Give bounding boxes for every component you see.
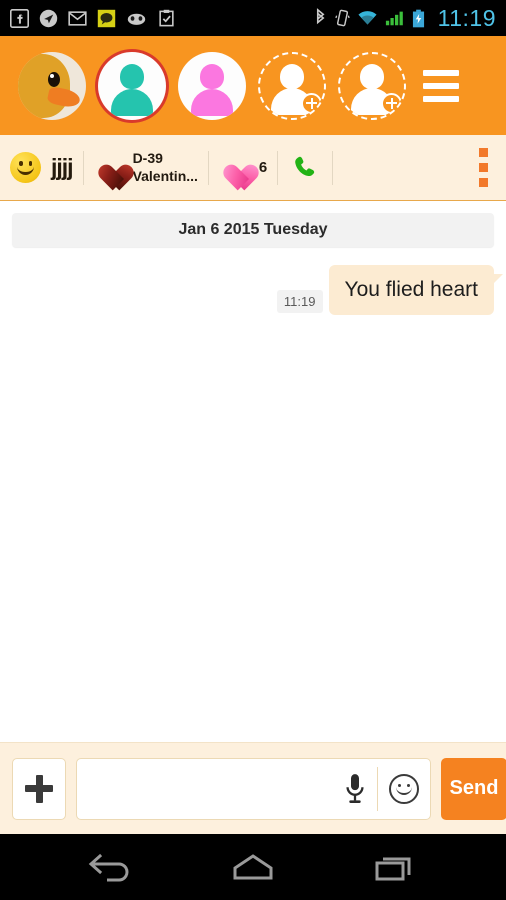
toolbar-divider (82, 150, 84, 185)
wifi-icon (358, 11, 377, 25)
message-bubble[interactable]: You flied heart (328, 265, 503, 315)
signal-icon (385, 11, 403, 26)
kakaotalk-icon (97, 9, 116, 27)
bluetooth-icon (316, 8, 325, 25)
vibrate-icon (334, 9, 350, 27)
message-input[interactable] (77, 758, 333, 819)
android-navigation-bar (0, 834, 506, 900)
overflow-dot (479, 163, 488, 172)
android-status-bar: 11:19 (0, 0, 506, 36)
overflow-dot (479, 178, 488, 187)
smiley-outline-glyph (389, 773, 419, 804)
participants-header (0, 36, 506, 135)
gift-item[interactable]: D-39 Valentin... (94, 150, 198, 184)
chat-info-toolbar: jjjj D-39 Valentin... 6 (0, 135, 506, 201)
phone-screen: 11:19 jjjj D-39 Valentin... 6 Jan 6 2015… (0, 0, 506, 900)
pink-heart-icon (219, 154, 249, 181)
avatar-slot-teal[interactable] (92, 51, 172, 120)
overflow-menu-icon[interactable] (479, 148, 496, 187)
message-field-wrapper[interactable] (76, 757, 431, 820)
smiley-mouth (396, 787, 412, 795)
android-face-icon (127, 13, 146, 25)
person-head-shape (280, 63, 304, 89)
person-head-shape (200, 63, 224, 89)
clipboard-check-icon (159, 9, 174, 26)
pink-person-avatar[interactable] (178, 51, 246, 120)
chat-message-list[interactable]: Jan 6 2015 Tuesday 11:19 You flied heart (0, 201, 506, 742)
toolbar-divider (332, 150, 334, 185)
phone-call-icon[interactable] (288, 151, 322, 185)
home-glyph (233, 854, 273, 880)
person-head-shape (360, 63, 384, 89)
nickname-label: jjjj (51, 154, 74, 180)
microphone-glyph (346, 773, 364, 803)
heart-counter[interactable]: 6 (219, 154, 267, 181)
microphone-icon[interactable] (333, 773, 377, 805)
gift-subtitle: Valentin... (132, 167, 198, 184)
back-icon[interactable] (76, 843, 146, 891)
heart-count-label: 6 (258, 159, 268, 176)
gift-title: D-39 (132, 150, 163, 167)
status-bar-system-icons: 11:19 (313, 5, 496, 32)
plus-badge-icon (301, 92, 322, 114)
gift-label: D-39 Valentin... (133, 150, 198, 184)
add-person-icon[interactable] (258, 51, 326, 120)
date-divider: Jan 6 2015 Tuesday (12, 213, 494, 247)
person-body-shape (111, 88, 153, 116)
teal-person-avatar[interactable] (98, 51, 166, 120)
send-button[interactable]: Send (441, 757, 506, 820)
avatar-slot-add-1[interactable] (252, 51, 332, 120)
hamburger-menu-icon[interactable] (412, 69, 464, 102)
person-body-shape (191, 88, 233, 116)
duck-photo-avatar[interactable] (18, 51, 86, 120)
message-row: 11:19 You flied heart (12, 265, 503, 315)
recents-glyph (375, 857, 411, 881)
overflow-dot (479, 148, 488, 157)
attach-plus-button[interactable] (12, 757, 66, 820)
smiley-outline-icon[interactable] (378, 773, 430, 804)
battery-charging-icon (412, 9, 424, 27)
gmail-icon (68, 10, 87, 26)
toolbar-divider (277, 150, 279, 185)
smiley-face-icon (10, 152, 41, 183)
smiley-mouth (17, 165, 34, 175)
recents-icon[interactable] (360, 843, 430, 891)
add-person-icon[interactable] (338, 51, 406, 120)
hamburger-bar (423, 95, 459, 102)
hamburger-bar (423, 69, 459, 76)
avatar-slot-add-2[interactable] (332, 51, 412, 120)
facebook-icon (10, 8, 29, 28)
status-bar-clock: 11:19 (437, 4, 496, 31)
avatar-slot-pink[interactable] (172, 51, 252, 120)
home-icon[interactable] (218, 843, 288, 891)
duck-head-shape (18, 53, 70, 118)
plus-badge-icon (381, 92, 402, 114)
back-glyph (88, 853, 129, 882)
navigation-arrow-icon (39, 9, 58, 27)
status-bar-notification-icons (10, 8, 313, 28)
message-timestamp: 11:19 (276, 290, 323, 313)
hamburger-bar (423, 82, 459, 89)
duck-eye-shape (48, 71, 60, 87)
phone-handset-glyph (295, 156, 315, 176)
dark-heart-icon (94, 154, 124, 181)
nickname-group[interactable]: jjjj (10, 152, 74, 183)
toolbar-divider (207, 150, 209, 185)
person-head-shape (120, 63, 144, 89)
message-input-bar: Send (0, 742, 506, 834)
avatar-slot-duck[interactable] (12, 51, 92, 120)
